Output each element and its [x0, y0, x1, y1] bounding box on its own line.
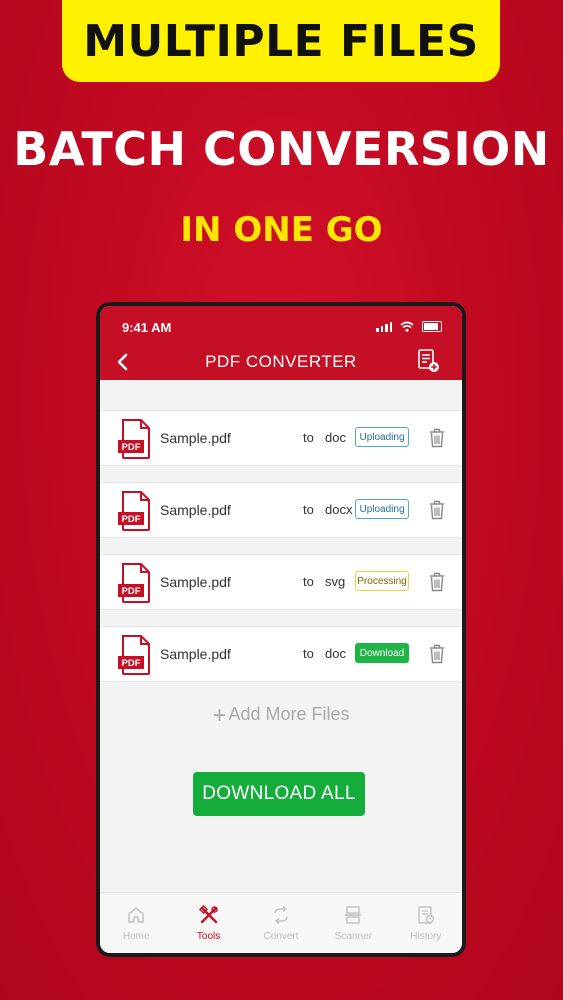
pdf-icon-label: PDF — [122, 658, 141, 669]
tab-label-history: History — [410, 931, 442, 942]
to-label: to — [303, 574, 314, 589]
status-badge: Processing — [355, 571, 409, 591]
promo-banner-text: MULTIPLE FILES — [83, 15, 479, 67]
phone-screen: 9:41 AM PDF CONVERTER PDF Sample.pdf to … — [100, 306, 462, 953]
tab-home[interactable]: Home — [100, 893, 172, 953]
add-more-files-button[interactable]: + Add More Files — [100, 702, 462, 730]
target-format: svg — [325, 574, 346, 589]
status-bar: 9:41 AM — [120, 318, 442, 336]
scanner-icon — [345, 906, 362, 924]
to-label: to — [303, 502, 314, 517]
pdf-file-icon: PDF — [118, 563, 150, 603]
phone-frame: 9:41 AM PDF CONVERTER PDF Sample.pdf to … — [96, 302, 466, 957]
pdf-file-icon: PDF — [118, 635, 150, 675]
promo-headline: BATCH CONVERSION — [13, 122, 550, 176]
add-document-button[interactable] — [416, 348, 440, 376]
plus-icon: + — [212, 702, 227, 729]
file-row: PDF Sample.pdf to svg Processing — [100, 554, 462, 610]
target-format: docx — [325, 502, 353, 517]
trash-icon[interactable] — [428, 571, 446, 593]
to-label: to — [303, 646, 314, 661]
file-row: PDF Sample.pdf to doc Uploading — [100, 410, 462, 466]
trash-icon[interactable] — [428, 427, 446, 449]
pdf-icon-label: PDF — [122, 442, 141, 453]
promo-banner: MULTIPLE FILES — [62, 0, 500, 82]
download-all-button[interactable]: DOWNLOAD ALL — [193, 772, 365, 816]
history-icon — [418, 906, 435, 924]
tab-tools[interactable]: Tools — [172, 893, 244, 953]
target-format: doc — [325, 646, 346, 661]
file-row: PDF Sample.pdf to docx Uploading — [100, 482, 462, 538]
target-format: doc — [325, 430, 346, 445]
file-name: Sample.pdf — [160, 430, 231, 446]
app-bar: 9:41 AM PDF CONVERTER — [100, 306, 462, 380]
document-add-icon — [418, 349, 439, 372]
pdf-icon-label: PDF — [122, 586, 141, 597]
file-name: Sample.pdf — [160, 502, 231, 518]
file-name: Sample.pdf — [160, 574, 231, 590]
add-more-files-label: Add More Files — [228, 704, 350, 724]
home-icon — [128, 907, 144, 923]
battery-icon — [422, 321, 442, 332]
signal-icon — [376, 321, 392, 332]
status-badge: Uploading — [355, 427, 409, 447]
pdf-icon-label: PDF — [122, 514, 141, 525]
wifi-icon — [400, 321, 414, 332]
status-time: 9:41 AM — [122, 320, 172, 335]
bottom-tab-bar: Home Tools Convert Scanner History — [100, 892, 462, 953]
tools-icon — [198, 905, 218, 924]
file-list: PDF Sample.pdf to doc Uploading PDF Sample.pdf… — [100, 410, 462, 698]
tab-convert[interactable]: Convert — [245, 893, 317, 953]
tab-label-convert: Convert — [263, 931, 299, 942]
file-row: PDF Sample.pdf to doc Download — [100, 626, 462, 682]
tab-label-home: Home — [122, 931, 150, 942]
promo-subline: IN ONE GO — [180, 210, 383, 250]
title-bar: PDF CONVERTER — [100, 348, 462, 376]
trash-icon[interactable] — [428, 499, 446, 521]
trash-icon[interactable] — [428, 643, 446, 665]
status-badge[interactable]: Download — [355, 643, 409, 663]
to-label: to — [303, 430, 314, 445]
status-badge: Uploading — [355, 499, 409, 519]
pdf-file-icon: PDF — [118, 491, 150, 531]
tab-label-tools: Tools — [196, 931, 221, 942]
page-title: PDF CONVERTER — [205, 352, 357, 371]
tab-history[interactable]: History — [390, 893, 462, 953]
status-icons — [376, 321, 442, 332]
tab-label-scanner: Scanner — [334, 931, 373, 942]
pdf-file-icon: PDF — [118, 419, 150, 459]
tab-scanner[interactable]: Scanner — [317, 893, 389, 953]
convert-icon — [274, 905, 288, 925]
file-name: Sample.pdf — [160, 646, 231, 662]
